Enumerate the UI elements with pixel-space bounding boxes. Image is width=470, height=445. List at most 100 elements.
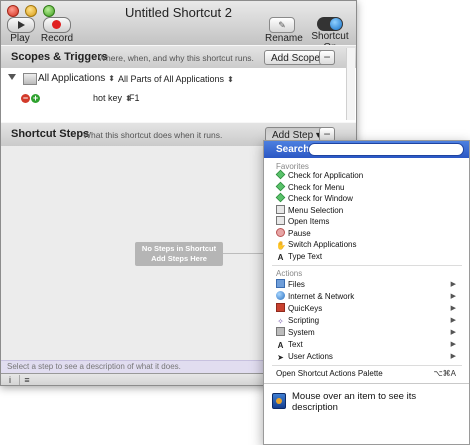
action-internet-network[interactable]: Internet & Network ▶ [276,291,462,302]
trigger-type-label: hot key [93,93,123,103]
pause-icon [276,227,285,237]
updown-icon: ⬍ [108,74,115,83]
favorite-pause[interactable]: Pause [276,227,462,239]
list-view-button[interactable]: ≡ [19,375,34,385]
favorite-open-items[interactable]: Open Items [276,216,462,227]
add-step-palette: Search Favorites Check for Application C… [263,140,470,445]
open-actions-palette-item[interactable]: Open Shortcut Actions Palette ⌥⌘A [276,368,462,379]
status-text: Select a step to see a description of wh… [7,362,181,371]
connector-line [223,253,263,254]
item-label: Check for Window [288,194,353,203]
application-icon [23,73,37,85]
actions-heading: Actions [276,269,303,278]
item-label: Check for Application [288,171,364,180]
item-label: Text [288,340,303,349]
submenu-arrow-icon: ▶ [450,353,456,360]
favorite-check-for-menu[interactable]: Check for Menu [275,181,462,193]
disclosure-triangle-icon[interactable] [8,74,16,80]
palette-search-bar: Search [264,141,469,158]
open-palette-label: Open Shortcut Actions Palette [276,369,383,378]
switch-icon: ✋ [276,241,286,250]
item-label: QuicKeys [288,304,323,313]
remove-scope-button[interactable]: − [319,50,335,65]
system-icon [276,327,285,336]
item-label: User Actions [288,352,333,361]
submenu-arrow-icon: ▶ [450,317,456,324]
keyboard-shortcut: ⌥⌘A [433,369,456,378]
rename-label: Rename [265,33,303,44]
favorite-check-for-window[interactable]: Check for Window [275,192,462,204]
type-text-icon: A [277,252,284,262]
open-items-icon [276,216,285,225]
parts-scope-popup[interactable]: All Parts of All Applications ⬍ [118,74,234,84]
app-scope-popup[interactable]: All Applications ⬍ [38,73,115,84]
empty-steps-message: No Steps in Shortcut Add Steps Here [135,242,223,266]
globe-icon [276,291,285,300]
submenu-arrow-icon: ▶ [450,305,456,312]
search-label: Search [276,144,310,155]
diamond-green-icon [275,169,286,180]
favorite-check-for-application[interactable]: Check for Application [275,169,462,181]
item-label: Check for Menu [288,182,345,192]
item-label: Scripting [288,316,320,325]
action-system[interactable]: System ▶ [276,327,462,338]
rename-button[interactable]: ✎ Rename [265,17,303,44]
palette-separator [272,365,462,366]
folder-icon [276,279,285,288]
menu-icon [276,204,285,214]
script-icon: ✧ [277,317,284,326]
favorite-switch-applications[interactable]: ✋ Switch Applications [276,239,462,250]
submenu-arrow-icon: ▶ [450,293,456,300]
trigger-key-field[interactable]: F1 [129,93,140,103]
scopes-description: Where, when, and why this shortcut runs. [98,53,254,63]
diamond-green-icon [275,181,286,191]
item-label: Menu Selection [288,205,344,215]
record-icon [52,20,61,29]
favorite-type-text[interactable]: A Type Text [276,251,462,262]
diamond-green-icon [275,192,286,203]
trigger-type-popup[interactable]: hot key ⬍ [93,93,132,103]
item-label: Pause [288,228,311,238]
cursor-icon: ➤ [277,353,284,362]
description-text: Mouse over an item to see its descriptio… [292,391,417,413]
item-label: Open Items [288,217,330,226]
empty-message-line2: Add Steps Here [151,254,207,263]
play-label: Play [10,33,30,44]
action-files[interactable]: Files ▶ [276,279,462,290]
quickeys-app-icon [272,393,286,409]
submenu-arrow-icon: ▶ [450,281,456,288]
action-user-actions[interactable]: ➤ User Actions ▶ [276,351,462,362]
item-label: Files [288,280,305,289]
play-button[interactable]: Play [7,17,35,44]
action-text[interactable]: A Text ▶ [276,339,462,350]
palette-description-area: Mouse over an item to see its descriptio… [264,385,469,421]
steps-description: What this shortcut does when it runs. [83,130,223,140]
empty-message-line1: No Steps in Shortcut [141,244,217,253]
action-quickeys[interactable]: QuicKeys ▶ [276,303,462,314]
palette-separator [272,265,462,266]
palette-separator [264,383,469,384]
title-bar: Untitled Shortcut 2 Play Record More ✎ R… [1,1,356,55]
submenu-arrow-icon: ▶ [450,341,456,348]
updown-icon: ⬍ [227,75,234,84]
scopes-scrollbar[interactable] [346,48,355,120]
scopes-title: Scopes & Triggers [11,51,108,63]
app-scope-label: All Applications [38,73,106,84]
search-input[interactable] [308,143,464,156]
action-scripting[interactable]: ✧ Scripting ▶ [276,315,462,326]
toggle-switch-icon [317,17,343,31]
item-label: Switch Applications [288,240,357,249]
submenu-arrow-icon: ▶ [450,329,456,336]
parts-scope-label: All Parts of All Applications [118,74,225,84]
quickeys-icon [276,303,285,312]
remove-trigger-icon[interactable]: − [21,94,30,103]
scopes-list: All Applications ⬍ All Parts of All Appli… [1,68,356,124]
add-trigger-icon[interactable]: + [31,94,40,103]
item-label: Type Text [288,251,323,261]
play-icon [18,21,25,29]
item-label: System [288,328,315,337]
favorite-menu-selection[interactable]: Menu Selection [276,204,462,216]
item-label: Internet & Network [288,292,355,301]
steps-title: Shortcut Steps [11,128,90,140]
info-button[interactable]: i [3,375,17,385]
